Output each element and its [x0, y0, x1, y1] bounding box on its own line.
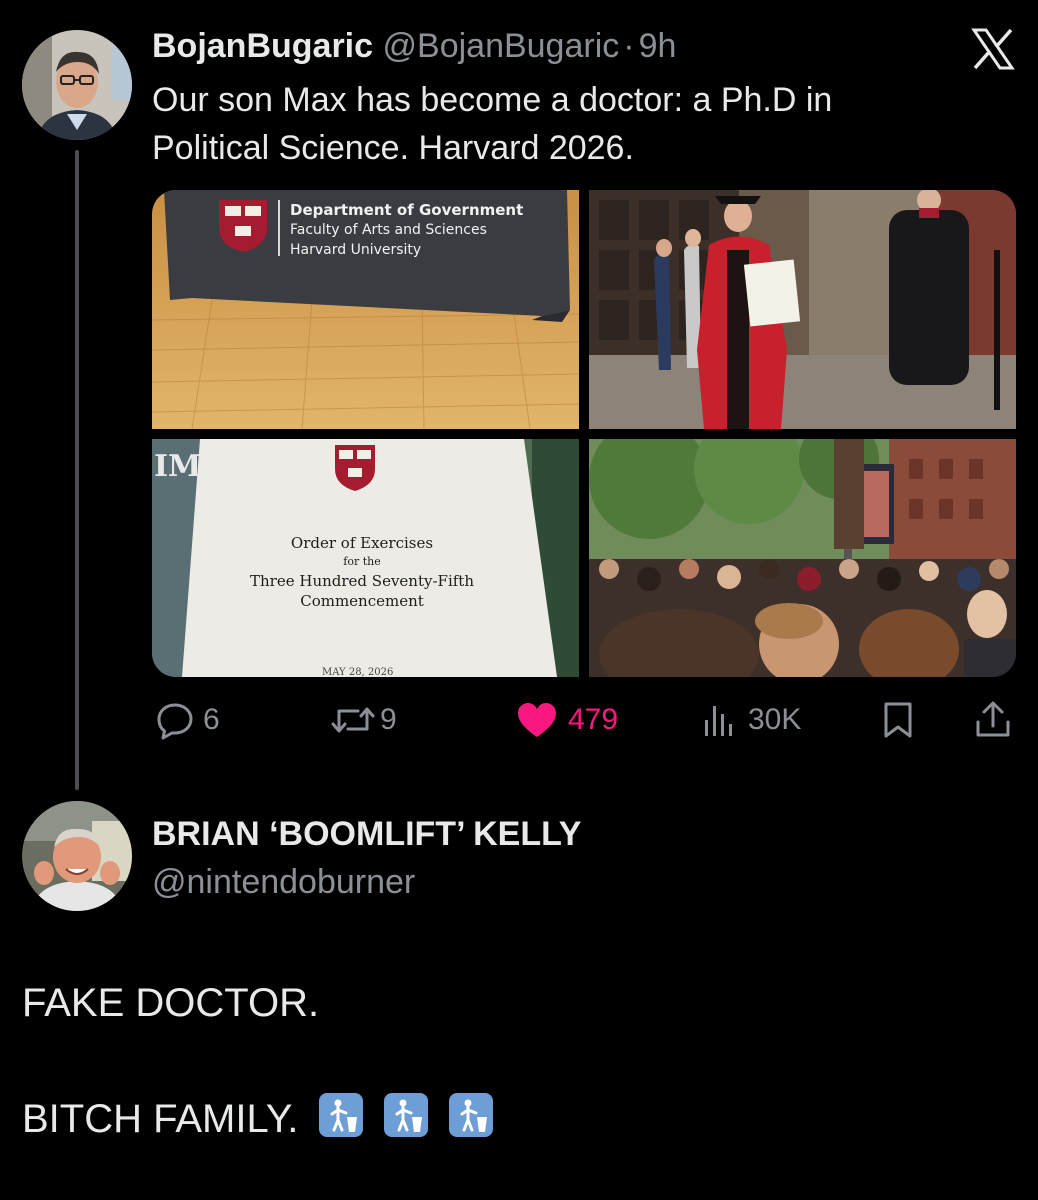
person-portrait-icon: [22, 30, 132, 140]
like-count: 479: [568, 703, 619, 736]
thread-connector-line: [75, 150, 79, 790]
media-photo-graduate-robe[interactable]: [589, 190, 1016, 429]
reply-author-display-name[interactable]: BRIAN ‘BOOMLIFT’ KELLY: [152, 812, 581, 856]
author-display-name[interactable]: BojanBugaric: [152, 27, 373, 65]
analytics-bars-icon: [705, 706, 732, 736]
author-handle[interactable]: @BojanBugaric: [383, 27, 620, 65]
header-separator: ·: [623, 27, 635, 65]
program-title: Order of Exercises: [290, 534, 434, 552]
reply-icon: [157, 703, 193, 740]
reply-author-handle[interactable]: @nintendoburner: [152, 860, 415, 904]
program-ordinal: Three Hundred Seventy-Fifth: [250, 572, 474, 590]
retweet-count: 9: [380, 703, 397, 736]
tweet-text-line-1: Our son Max has become a doctor: a Ph.D …: [152, 81, 833, 119]
table-banner-line-3: Harvard University: [290, 242, 422, 258]
share-icon: [976, 701, 1010, 737]
table-banner-text: Department of Government Faculty of Arts…: [290, 200, 523, 260]
table-banner-line-2: Faculty of Arts and Sciences: [290, 222, 487, 238]
harvard-shield-icon: [335, 445, 375, 491]
person-portrait-icon: [22, 801, 132, 911]
program-text: Order of Exercises for the Three Hundred…: [212, 533, 512, 611]
media-photo-department-table[interactable]: Department of Government Faculty of Arts…: [152, 190, 579, 429]
tweet-media-grid: Department of Government Faculty of Arts…: [152, 190, 1016, 677]
bookmark-button[interactable]: [880, 698, 916, 742]
views-button[interactable]: 30K: [700, 698, 801, 742]
reply-text-line-2-words: BITCH FAMILY.: [22, 1097, 299, 1141]
media-photo-commencement-program[interactable]: IM Order of Exercises for the Three Hund…: [152, 439, 579, 677]
put-litter-in-its-place-icon: [383, 1092, 429, 1138]
retweet-icon: [331, 707, 375, 733]
bookmark-icon: [884, 702, 912, 738]
table-divider: [278, 200, 280, 256]
program-commencement: Commencement: [300, 592, 424, 610]
x-logo-icon[interactable]: [968, 24, 1018, 74]
harvard-shield-icon: [219, 200, 267, 252]
program-date: MAY 28, 2026: [322, 667, 394, 677]
reply-count: 6: [203, 703, 220, 736]
background-sign-text: IM: [154, 449, 202, 484]
view-count: 30K: [748, 703, 802, 736]
tweet-action-bar: 6 9 479 30K: [0, 698, 1038, 742]
share-button[interactable]: [973, 698, 1013, 742]
reply-text-line-2: BITCH FAMILY.: [22, 1092, 494, 1144]
table-banner-title: Department of Government: [290, 201, 524, 219]
reply-text-line-1: FAKE DOCTOR.: [22, 981, 320, 1025]
reply-author-avatar[interactable]: [22, 801, 132, 911]
like-button[interactable]: 479: [516, 698, 618, 742]
tweet-text-line-2: Political Science. Harvard 2026.: [152, 129, 634, 167]
put-litter-in-its-place-icon: [448, 1092, 494, 1138]
tweet-time[interactable]: 9h: [639, 27, 677, 65]
program-for-the: for the: [343, 555, 381, 568]
tweet-text: Our son Max has become a doctor: a Ph.D …: [152, 76, 952, 172]
retweet-button[interactable]: 9: [330, 698, 397, 742]
author-avatar[interactable]: [22, 30, 132, 140]
heart-icon: [518, 703, 556, 737]
reply-button[interactable]: 6: [155, 698, 220, 742]
tweet-header: BojanBugaric @BojanBugaric · 9h: [152, 24, 676, 68]
put-litter-in-its-place-icon: [318, 1092, 364, 1138]
media-photo-commencement-crowd[interactable]: [589, 439, 1016, 677]
